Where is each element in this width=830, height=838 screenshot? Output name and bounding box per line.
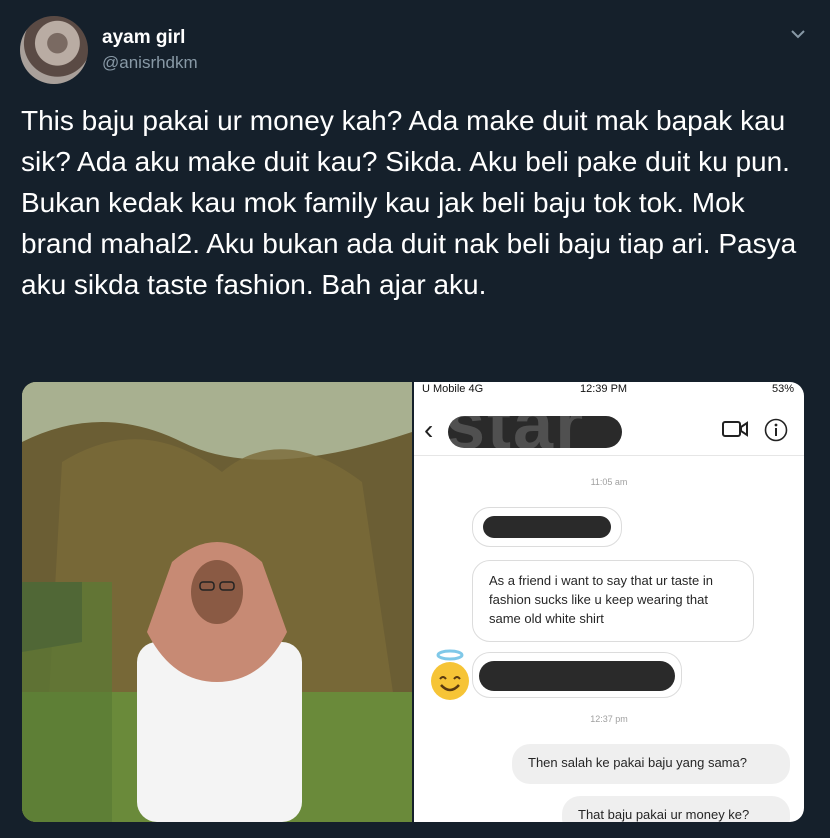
watermark: star	[445, 385, 586, 465]
video-call-icon	[722, 421, 748, 437]
back-arrow-icon: ‹	[424, 414, 434, 445]
status-time: 12:39 PM	[580, 383, 628, 395]
redacted-message-text	[479, 661, 675, 691]
received-message-text: As a friend i want to say that ur taste …	[489, 573, 714, 626]
redacted-message-bubble	[472, 507, 622, 547]
display-name[interactable]: ayam girl	[102, 27, 185, 49]
redacted-message-bubble	[472, 652, 682, 698]
redacted-message-text	[483, 516, 611, 538]
chevron-down-icon[interactable]	[788, 24, 808, 44]
sent-message-bubble: Then salah ke pakai baju yang sama?	[512, 744, 790, 784]
sent-message-bubble: That baju pakai ur money ke?	[562, 796, 790, 822]
received-message-bubble: As a friend i want to say that ur taste …	[472, 560, 754, 642]
message-timestamp: 12:37 pm	[590, 714, 628, 724]
tweet-photo[interactable]	[22, 382, 412, 822]
avatar[interactable]	[20, 16, 88, 84]
angel-emoji-icon	[431, 649, 469, 700]
user-handle[interactable]: @anisrhdkm	[102, 53, 198, 73]
message-timestamp: 11:05 am	[590, 477, 628, 487]
battery-label: 53%	[771, 383, 794, 395]
tweet-text: This baju pakai ur money kah? Ada make d…	[21, 105, 797, 300]
info-icon	[764, 418, 788, 442]
